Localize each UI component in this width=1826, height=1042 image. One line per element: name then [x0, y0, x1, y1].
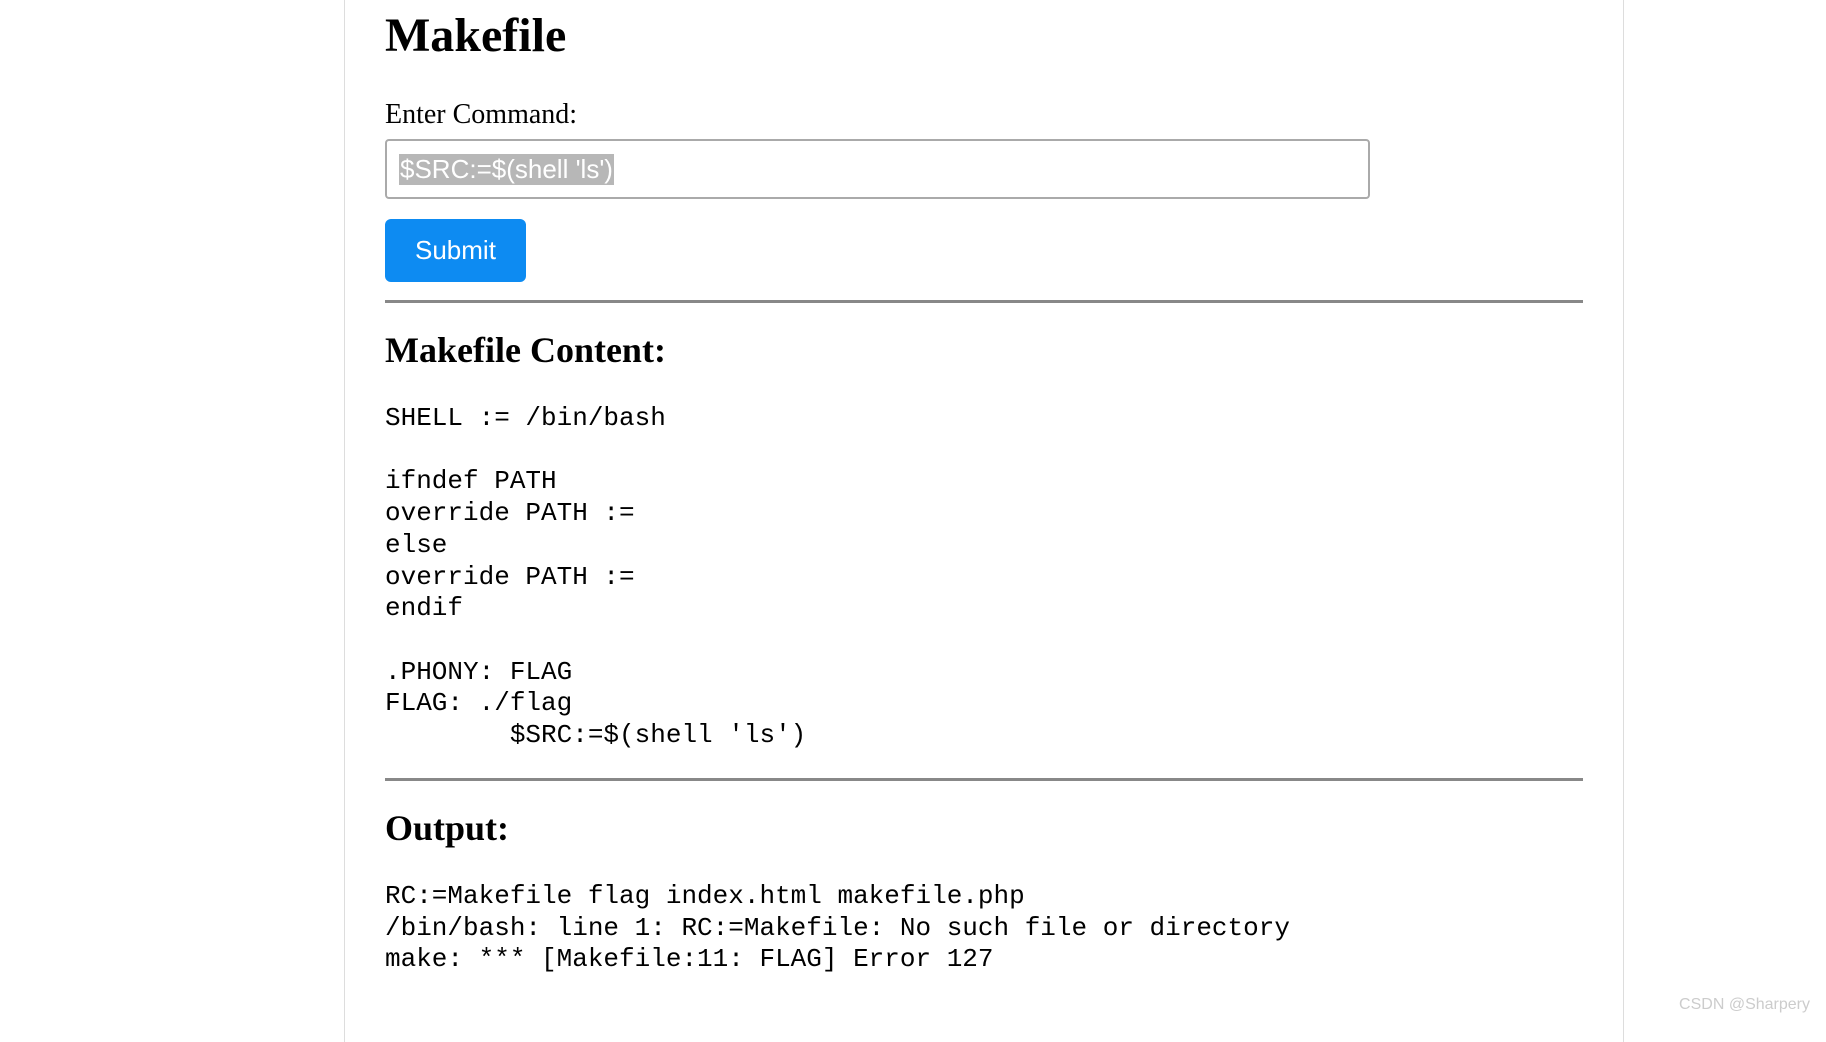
output-content: RC:=Makefile flag index.html makefile.ph…: [385, 881, 1583, 976]
command-input[interactable]: $SRC:=$(shell 'ls'): [385, 139, 1370, 199]
watermark: CSDN @Sharpery: [1679, 996, 1810, 1014]
divider-1: [385, 300, 1583, 303]
command-input-wrapper: $SRC:=$(shell 'ls'): [385, 139, 1370, 199]
page-title: Makefile: [385, 8, 1583, 63]
makefile-content: SHELL := /bin/bash ifndef PATH override …: [385, 403, 1583, 752]
command-label: Enter Command:: [385, 99, 1583, 131]
submit-button[interactable]: Submit: [385, 219, 526, 282]
makefile-content-heading: Makefile Content:: [385, 329, 1583, 371]
output-heading: Output:: [385, 807, 1583, 849]
main-container: Makefile Enter Command: $SRC:=$(shell 'l…: [344, 0, 1624, 1042]
command-input-value: $SRC:=$(shell 'ls'): [399, 154, 614, 185]
divider-2: [385, 778, 1583, 781]
